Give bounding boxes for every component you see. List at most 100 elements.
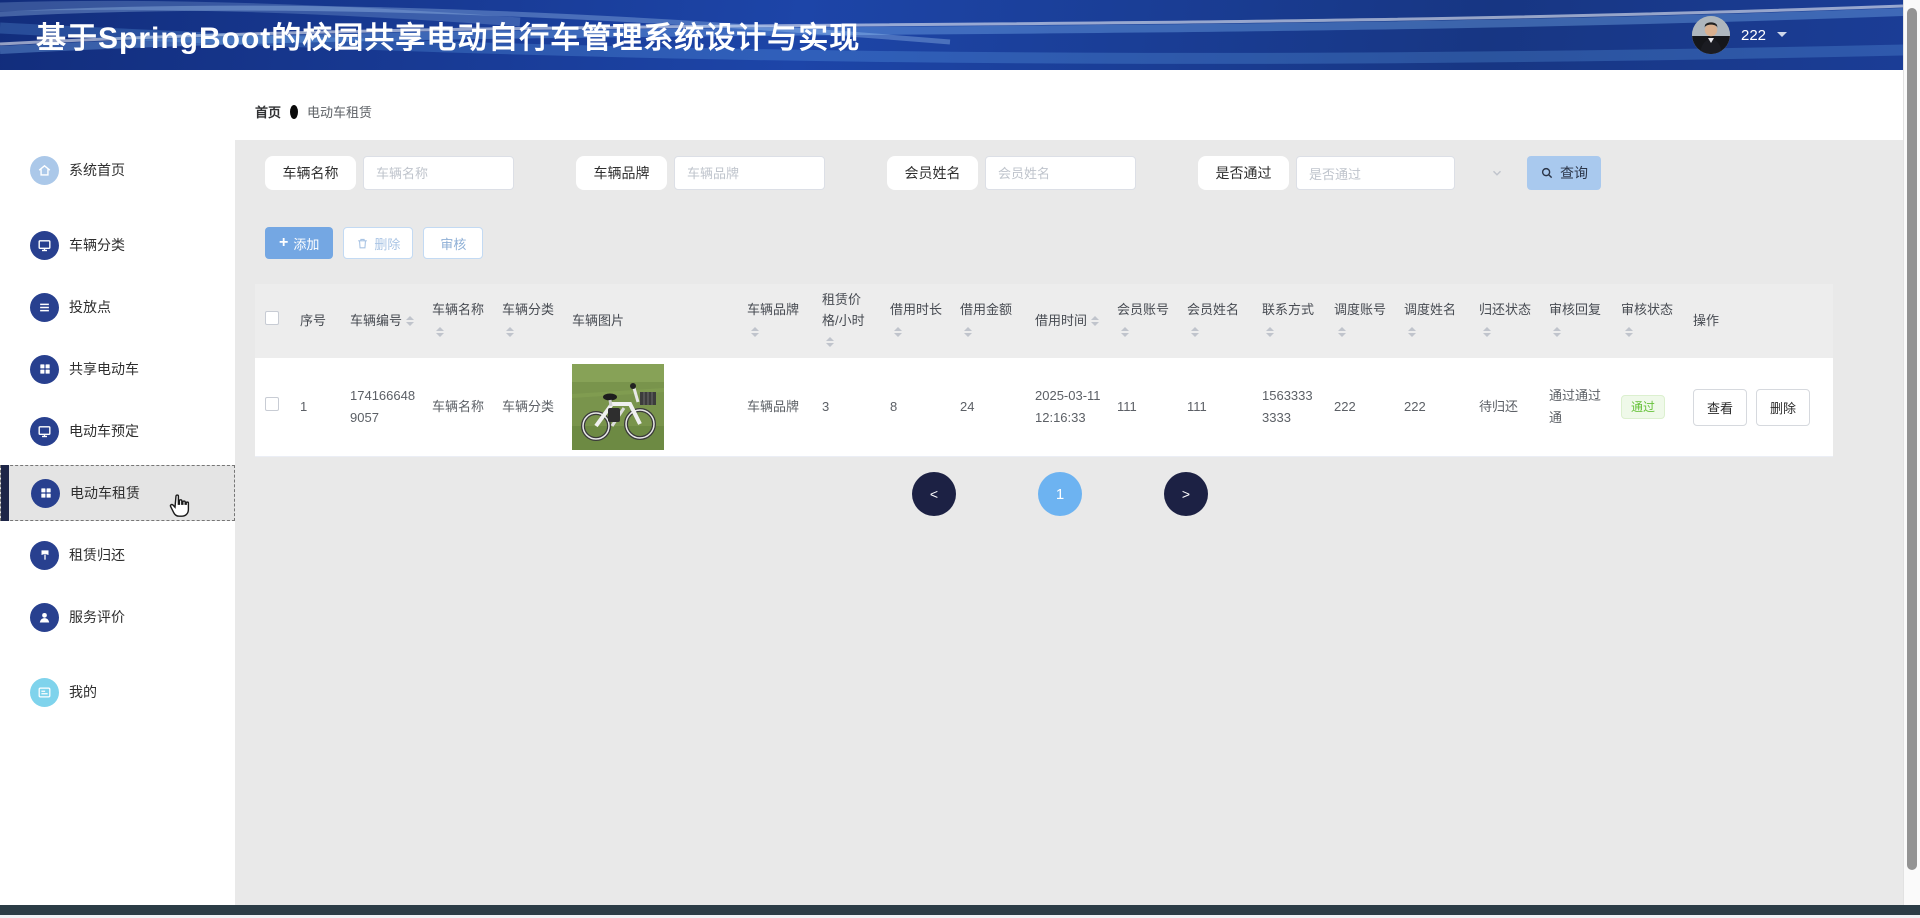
page-title: 基于SpringBoot的校园共享电动自行车管理系统设计与实现 xyxy=(36,22,861,55)
member-name-input[interactable] xyxy=(985,156,1136,190)
view-button[interactable]: 查看 xyxy=(1693,388,1748,426)
sidebar-item-label: 系统首页 xyxy=(69,162,125,178)
col-audit-status: 审核状态 xyxy=(1611,284,1683,359)
scrollbar[interactable] xyxy=(1903,0,1920,918)
sidebar-item-rental-return[interactable]: 租赁归还 xyxy=(0,527,235,583)
rental-table: 序号 车辆编号 车辆名称 车辆分类 车辆图片 车辆品牌 租赁价格/小时 借用时长… xyxy=(255,284,1833,458)
sidebar-item-service-review[interactable]: 服务评价 xyxy=(0,589,235,645)
vehicle-image[interactable] xyxy=(572,364,664,451)
sort-caret-icon[interactable] xyxy=(1338,323,1346,341)
pagination-next-button[interactable]: > xyxy=(1164,472,1208,516)
cell-index: 1 xyxy=(290,358,340,458)
col-dispatch-account: 调度账号 xyxy=(1324,284,1394,359)
sidebar-item-label: 我的 xyxy=(69,684,97,700)
chevron-down-icon xyxy=(1490,166,1504,180)
sort-caret-icon[interactable] xyxy=(1191,323,1199,341)
filter-member-name: 会员姓名 xyxy=(887,156,1136,190)
scrollbar-thumb[interactable] xyxy=(1907,8,1917,870)
sort-caret-icon[interactable] xyxy=(1091,312,1100,330)
vehicle-name-label: 车辆名称 xyxy=(265,156,356,190)
sidebar-item-ebike-booking[interactable]: 电动车预定 xyxy=(0,403,235,459)
sidebar-item-drop-point[interactable]: 投放点 xyxy=(0,279,235,335)
delete-button[interactable]: 删除 xyxy=(343,227,414,259)
row-checkbox[interactable] xyxy=(265,397,279,412)
cell-actions: 查看 删除 xyxy=(1683,358,1833,458)
user-menu[interactable]: 222 xyxy=(1692,16,1788,54)
sidebar-item-mine[interactable]: 我的 xyxy=(0,664,235,720)
row-delete-button[interactable]: 删除 xyxy=(1756,388,1811,426)
vehicle-name-input[interactable] xyxy=(363,156,514,190)
cell-dispatch-account: 222 xyxy=(1324,358,1394,458)
content-panel: 车辆名称 车辆品牌 会员姓名 是否通过 是否通过 xyxy=(235,140,1903,905)
filter-vehicle-name: 车辆名称 xyxy=(265,156,514,190)
cell-amount: 24 xyxy=(950,358,1025,458)
audit-button[interactable]: 审核 xyxy=(423,227,484,259)
sort-caret-icon[interactable] xyxy=(436,323,444,341)
add-button[interactable]: + 添加 xyxy=(265,227,334,259)
pagination-page-1[interactable]: 1 xyxy=(1038,472,1082,516)
col-vehicle-brand: 车辆品牌 xyxy=(737,284,812,359)
col-vehicle-category: 车辆分类 xyxy=(492,284,562,359)
cell-duration: 8 xyxy=(880,358,950,458)
sort-caret-icon[interactable] xyxy=(1121,323,1129,341)
bottom-bar xyxy=(0,905,1920,915)
table-row: 1 1741666489057 车辆名称 车辆分类 车辆品牌 3 8 24 20… xyxy=(255,358,1833,458)
sidebar-item-label: 租赁归还 xyxy=(69,547,125,563)
pagination-prev-button[interactable]: < xyxy=(912,472,956,516)
col-vehicle-image: 车辆图片 xyxy=(562,284,737,359)
sidebar-menu: 系统首页 车辆分类 投放点 共享电动车 电动车预定 电动车租赁 租赁归还 服务评… xyxy=(0,70,235,720)
col-actions: 操作 xyxy=(1683,284,1833,359)
cell-vehicle-category: 车辆分类 xyxy=(492,358,562,458)
cell-vehicle-no: 1741666489057 xyxy=(340,358,422,458)
chevron-down-icon xyxy=(1777,32,1788,42)
approved-select[interactable]: 是否通过 xyxy=(1296,156,1455,190)
sort-caret-icon[interactable] xyxy=(1266,323,1274,341)
sort-caret-icon[interactable] xyxy=(1553,323,1561,341)
list-icon xyxy=(30,292,59,322)
approved-label: 是否通过 xyxy=(1198,156,1289,190)
user-icon xyxy=(30,602,59,632)
sort-caret-icon[interactable] xyxy=(1625,323,1633,341)
audit-status-badge: 通过 xyxy=(1621,395,1666,420)
home-icon xyxy=(30,155,59,185)
filter-approved: 是否通过 是否通过 查询 xyxy=(1198,156,1601,190)
sort-caret-icon[interactable] xyxy=(826,333,834,351)
col-member-account: 会员账号 xyxy=(1107,284,1177,359)
cell-return-status: 待归还 xyxy=(1469,358,1539,458)
col-member-name: 会员姓名 xyxy=(1177,284,1252,359)
sidebar: 系统首页 车辆分类 投放点 共享电动车 电动车预定 电动车租赁 租赁归还 服务评… xyxy=(0,70,235,905)
filter-vehicle-brand: 车辆品牌 xyxy=(576,156,825,190)
card-icon xyxy=(30,677,59,707)
add-button-label: 添加 xyxy=(293,236,320,252)
cell-audit-reply: 通过通过通 xyxy=(1539,358,1611,458)
plus-icon: + xyxy=(279,234,289,251)
cell-dispatch-name: 222 xyxy=(1394,358,1469,458)
sort-caret-icon[interactable] xyxy=(1408,323,1416,341)
select-all-checkbox[interactable] xyxy=(265,310,279,325)
vehicle-brand-input[interactable] xyxy=(674,156,825,190)
search-icon xyxy=(1540,166,1554,180)
sidebar-item-ebike-rental[interactable]: 电动车租赁 xyxy=(0,465,235,521)
sort-caret-icon[interactable] xyxy=(1483,323,1491,341)
col-price: 租赁价格/小时 xyxy=(812,284,880,359)
search-button[interactable]: 查询 xyxy=(1527,156,1601,190)
sidebar-item-system-home[interactable]: 系统首页 xyxy=(0,142,235,198)
sort-caret-icon[interactable] xyxy=(506,323,514,341)
flag-icon xyxy=(30,540,59,570)
sidebar-item-label: 投放点 xyxy=(69,299,111,315)
sort-caret-icon[interactable] xyxy=(894,323,902,341)
sort-caret-icon[interactable] xyxy=(751,323,759,341)
sidebar-item-label: 电动车租赁 xyxy=(70,485,140,501)
monitor-icon xyxy=(30,416,59,446)
sort-caret-icon[interactable] xyxy=(406,312,415,330)
breadcrumb-home-link[interactable]: 首页 xyxy=(255,102,281,121)
sort-caret-icon[interactable] xyxy=(964,323,972,341)
sidebar-item-shared-ebike[interactable]: 共享电动车 xyxy=(0,341,235,397)
breadcrumb: 首页 电动车租赁 xyxy=(255,102,372,121)
cell-member-name: 111 xyxy=(1177,358,1252,458)
avatar xyxy=(1692,16,1730,54)
breadcrumb-separator-icon xyxy=(290,104,299,119)
audit-button-label: 审核 xyxy=(440,236,467,252)
username: 222 xyxy=(1741,26,1767,44)
sidebar-item-vehicle-category[interactable]: 车辆分类 xyxy=(0,217,235,273)
